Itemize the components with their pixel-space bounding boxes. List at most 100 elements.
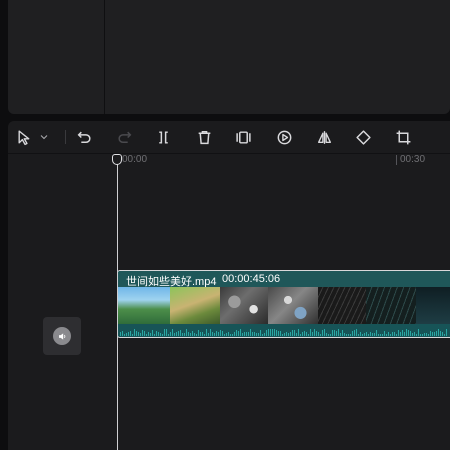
waveform-bar [190,333,191,336]
waveform-bar [352,331,353,336]
waveform-bar [320,334,321,336]
waveform-bar [278,331,279,336]
crop-icon [396,130,410,144]
select-arrow-icon [17,129,29,145]
waveform-bar [374,333,375,336]
waveform-bar [300,334,301,336]
waveform-bar [348,334,349,336]
delete-icon [198,130,210,144]
waveform-bar [134,329,135,336]
waveform-bar [314,329,315,336]
waveform-bar [324,329,325,336]
waveform-graphic [120,329,447,336]
waveform-bar [396,334,397,336]
waveform-bar [180,330,181,336]
waveform-bar [306,332,307,336]
waveform-bar [292,330,293,336]
waveform-bar [122,331,123,336]
waveform-bar [428,334,429,336]
toolbar-separator [65,130,66,144]
waveform-bar [152,330,153,336]
waveform-bar [128,332,129,336]
waveform-bar [154,334,155,336]
audio-waveform [118,324,450,337]
waveform-bar [332,330,333,336]
select-tool-button[interactable] [14,127,34,147]
track-audio-toggle[interactable] [43,317,81,355]
waveform-bar [160,333,161,336]
timeline-toolbar [8,121,450,154]
split-button[interactable] [153,127,173,147]
waveform-bar [268,329,269,336]
waveform-bar [342,330,343,336]
rotate-button[interactable] [353,127,373,147]
waveform-bar [126,333,127,336]
waveform-bar [416,334,417,336]
waveform-bar [260,330,261,336]
waveform-bar [446,329,447,336]
crop-button[interactable] [393,127,413,147]
speaker-icon [53,327,71,345]
clip-thumbnails [118,287,450,324]
waveform-bar [216,331,217,336]
waveform-bar [422,334,423,336]
waveform-bar [424,333,425,336]
playhead-handle[interactable] [112,154,122,165]
playhead-line [117,157,118,450]
waveform-bar [308,334,309,336]
waveform-bar [436,331,437,336]
waveform-bar [210,329,211,336]
waveform-bar [162,334,163,336]
waveform-bar [318,332,319,336]
waveform-bar [208,333,209,336]
waveform-bar [258,333,259,336]
waveform-bar [224,334,225,336]
waveform-bar [400,332,401,336]
waveform-bar [322,330,323,336]
waveform-bar [364,333,365,336]
waveform-bar [392,332,393,336]
waveform-bar [420,334,421,336]
select-mode-dropdown[interactable] [36,127,52,147]
thumbnail-frame [170,287,220,324]
waveform-bar [130,331,131,336]
waveform-bar [340,333,341,336]
waveform-bar [238,331,239,336]
waveform-bar [282,334,283,336]
waveform-bar [234,332,235,336]
thumbnail-frame [366,287,416,324]
thumbnail-frame [318,287,366,324]
redo-button[interactable] [114,127,134,147]
freeze-frame-button[interactable] [233,127,253,147]
waveform-bar [244,332,245,336]
clip-label-bar: 世间如些美好.mp4 00:00:45:06 [118,271,450,288]
waveform-bar [230,334,231,336]
timeline-ruler[interactable]: 00:00 00:30 [116,154,450,168]
undo-button[interactable] [74,127,94,147]
waveform-bar [304,331,305,336]
timeline-panel: 00:00 00:30 世间如些美好.mp4 00:00:45:06 [8,121,450,450]
clip-duration: 00:00:45:06 [222,273,281,285]
waveform-bar [350,334,351,336]
waveform-bar [206,329,207,336]
waveform-bar [330,334,331,336]
waveform-bar [414,332,415,336]
speed-button[interactable] [274,127,294,147]
waveform-bar [186,329,187,336]
waveform-bar [388,332,389,336]
waveform-bar [120,332,121,336]
delete-button[interactable] [194,127,214,147]
waveform-bar [168,334,169,336]
undo-icon [77,131,91,143]
waveform-bar [328,334,329,336]
waveform-bar [382,334,383,336]
waveform-bar [142,330,143,336]
waveform-bar [366,332,367,336]
mirror-button[interactable] [314,127,334,147]
waveform-bar [170,332,171,336]
waveform-bar [378,334,379,336]
waveform-bar [262,334,263,336]
waveform-bar [222,331,223,336]
video-clip[interactable]: 世间如些美好.mp4 00:00:45:06 [117,270,450,338]
waveform-bar [440,331,441,336]
